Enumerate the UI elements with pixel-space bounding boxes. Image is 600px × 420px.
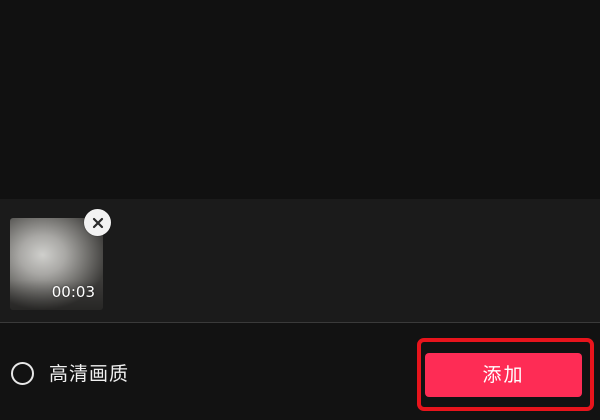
hd-quality-radio[interactable] [11, 362, 34, 385]
clip-duration: 00:03 [51, 283, 95, 301]
selected-clips-strip: 00:03 [0, 199, 600, 322]
media-picker-screen: 00:03 高清画质 添加 [0, 0, 600, 420]
bottom-action-bar: 高清画质 添加 [0, 323, 600, 420]
add-button[interactable]: 添加 [425, 353, 582, 397]
hd-quality-label: 高清画质 [49, 362, 130, 385]
preview-area [0, 0, 600, 199]
close-icon [92, 217, 103, 228]
hd-quality-toggle[interactable]: 高清画质 [11, 362, 129, 385]
remove-clip-button[interactable] [84, 209, 111, 236]
